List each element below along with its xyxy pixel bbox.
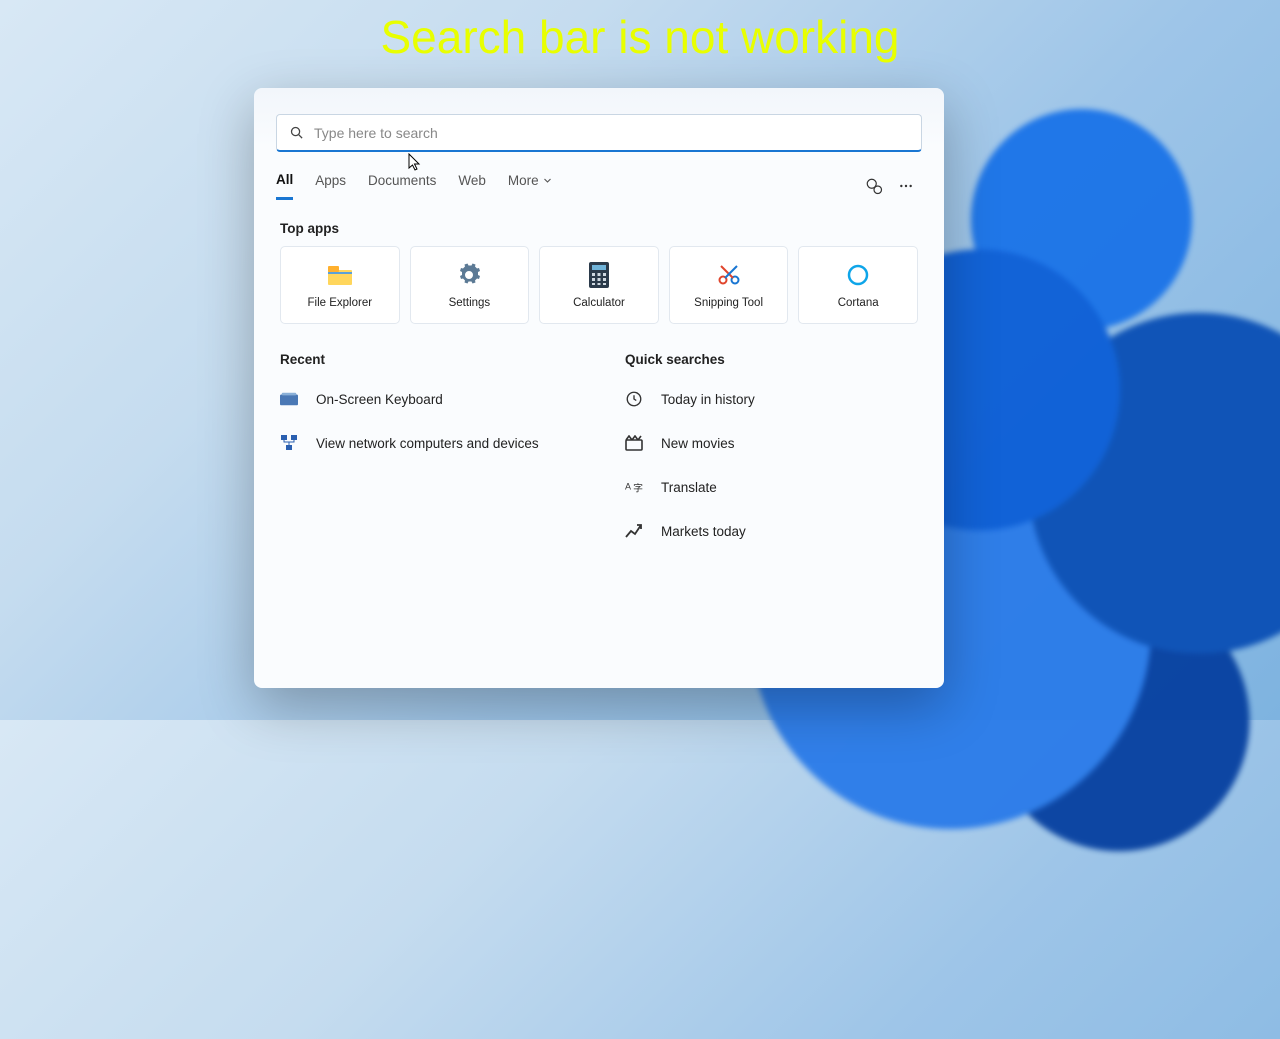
search-panel: All Apps Documents Web More Top apps Fil… bbox=[254, 88, 944, 688]
tab-apps[interactable]: Apps bbox=[315, 173, 346, 198]
svg-text:A: A bbox=[625, 482, 631, 492]
app-tile-settings[interactable]: Settings bbox=[410, 246, 530, 324]
list-item-label: Today in history bbox=[661, 392, 755, 407]
quick-searches-column: Quick searches Today in history New movi… bbox=[599, 330, 944, 553]
recent-item-osk[interactable]: On-Screen Keyboard bbox=[280, 377, 573, 421]
app-label: Settings bbox=[449, 297, 491, 309]
tab-all[interactable]: All bbox=[276, 172, 293, 200]
app-tile-cortana[interactable]: Cortana bbox=[798, 246, 918, 324]
list-item-label: New movies bbox=[661, 436, 735, 451]
svg-text:字: 字 bbox=[633, 482, 643, 495]
more-options-icon[interactable] bbox=[890, 178, 922, 194]
top-apps-grid: File Explorer Settings Calculator Snippi… bbox=[254, 246, 944, 324]
quick-item-today[interactable]: Today in history bbox=[625, 377, 918, 421]
app-label: File Explorer bbox=[308, 297, 373, 309]
app-tile-calculator[interactable]: Calculator bbox=[539, 246, 659, 324]
settings-icon bbox=[456, 262, 482, 288]
list-item-label: View network computers and devices bbox=[316, 436, 539, 451]
list-item-label: Markets today bbox=[661, 524, 746, 539]
tab-more-label: More bbox=[508, 173, 539, 188]
list-item-label: On-Screen Keyboard bbox=[316, 392, 443, 407]
tab-documents[interactable]: Documents bbox=[368, 173, 436, 198]
movie-icon bbox=[625, 434, 643, 452]
search-icon bbox=[289, 125, 304, 140]
app-label: Cortana bbox=[838, 297, 879, 309]
filter-tabs: All Apps Documents Web More bbox=[276, 172, 922, 199]
chevron-down-icon bbox=[543, 176, 552, 185]
app-label: Calculator bbox=[573, 297, 625, 309]
section-title-top-apps: Top apps bbox=[280, 221, 918, 236]
calculator-icon bbox=[586, 262, 612, 288]
app-tile-file-explorer[interactable]: File Explorer bbox=[280, 246, 400, 324]
annotation-title: Search bar is not working bbox=[0, 10, 1280, 64]
section-title-quick: Quick searches bbox=[625, 352, 918, 367]
search-box[interactable] bbox=[276, 114, 922, 152]
keyboard-icon bbox=[280, 390, 298, 408]
tab-more[interactable]: More bbox=[508, 173, 552, 198]
quick-item-movies[interactable]: New movies bbox=[625, 421, 918, 465]
chart-up-icon bbox=[625, 522, 643, 540]
quick-item-translate[interactable]: A字 Translate bbox=[625, 465, 918, 509]
snipping-tool-icon bbox=[716, 262, 742, 288]
translate-icon: A字 bbox=[625, 478, 643, 496]
app-label: Snipping Tool bbox=[694, 297, 763, 309]
quick-item-markets[interactable]: Markets today bbox=[625, 509, 918, 553]
recent-column: Recent On-Screen Keyboard View network c… bbox=[254, 330, 599, 553]
network-icon bbox=[280, 434, 298, 452]
section-title-recent: Recent bbox=[280, 352, 573, 367]
recent-item-network[interactable]: View network computers and devices bbox=[280, 421, 573, 465]
list-item-label: Translate bbox=[661, 480, 717, 495]
search-input[interactable] bbox=[314, 125, 909, 141]
file-explorer-icon bbox=[327, 262, 353, 288]
clock-icon bbox=[625, 390, 643, 408]
cortana-icon bbox=[845, 262, 871, 288]
account-sync-icon[interactable] bbox=[858, 177, 890, 195]
app-tile-snipping-tool[interactable]: Snipping Tool bbox=[669, 246, 789, 324]
tab-web[interactable]: Web bbox=[458, 173, 486, 198]
mouse-cursor bbox=[408, 153, 421, 171]
